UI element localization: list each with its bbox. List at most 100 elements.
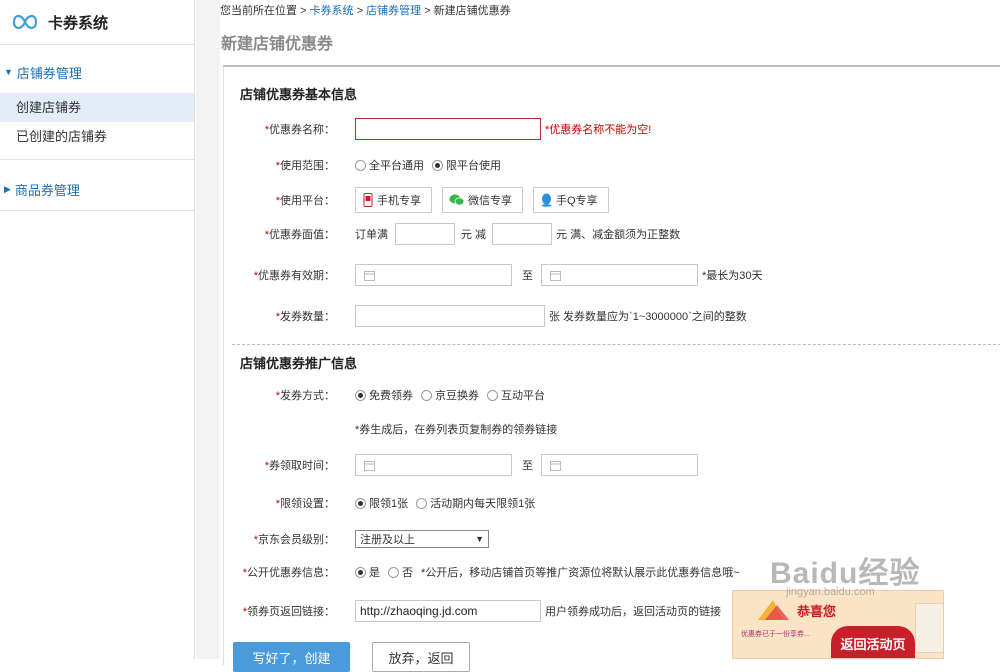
qty-hint: 张 发券数量应为`1~3000000`之间的整数 xyxy=(549,311,747,323)
claim-end-date[interactable] xyxy=(541,454,698,476)
qq-icon xyxy=(540,193,553,207)
return-link-input[interactable] xyxy=(355,600,541,622)
nav-head-product-coupons[interactable]: ▶ 商品券管理 xyxy=(0,168,194,210)
claim-start-date[interactable] xyxy=(355,454,512,476)
breadcrumb: 您当前所在位置 > 卡券系统 > 店铺券管理 > 新建店铺优惠券 xyxy=(220,2,511,18)
coupon-name-input[interactable] xyxy=(355,118,541,140)
radio-limit-once[interactable]: 限领1张 xyxy=(355,495,408,511)
nav-head-label: 店铺券管理 xyxy=(16,65,82,81)
face-unit1: 元 减 xyxy=(461,229,487,241)
face-prefix: 订单满 xyxy=(355,229,388,241)
valid-hint: *最长为30天 xyxy=(702,270,763,282)
return-link-hint: 用户领券成功后，返回活动页的链接 xyxy=(545,606,721,618)
method-note: *券生成后，在券列表页复制券的领券链接 xyxy=(355,424,558,436)
platform-qq-button[interactable]: 手Q专享 xyxy=(533,187,609,213)
label-name: *优惠券名称： xyxy=(264,124,335,136)
radio-public-yes[interactable]: 是 xyxy=(355,564,380,580)
row-name: *优惠券名称： *优惠券名称不能为空! xyxy=(224,118,1000,140)
logo[interactable]: 卡券系统 xyxy=(0,0,194,45)
row-method-note: *券生成后，在券列表页复制券的领券链接 xyxy=(224,421,1000,437)
dropdown-arrow-icon: ▼ xyxy=(475,534,484,544)
radio-scope-all[interactable]: 全平台通用 xyxy=(355,157,424,173)
row-member-level: *京东会员级别： 注册及以上 ▼ xyxy=(224,530,1000,548)
cancel-button[interactable]: 放弃，返回 xyxy=(372,642,470,672)
label-public: *公开优惠券信息： xyxy=(242,567,335,579)
label-platform: *使用平台： xyxy=(275,195,335,207)
breadcrumb-sep: > xyxy=(356,5,364,17)
radio-method-free[interactable]: 免费领券 xyxy=(355,387,413,403)
sidebar-item-created-shop-coupons[interactable]: 已创建的店铺券 xyxy=(0,122,194,151)
radio-method-interactive[interactable]: 互动平台 xyxy=(487,387,545,403)
logo-text: 卡券系统 xyxy=(48,14,109,32)
nav-head-shop-coupons[interactable]: ▼ 店铺券管理 xyxy=(0,51,194,93)
radio-scope-limited[interactable]: 限平台使用 xyxy=(432,157,501,173)
breadcrumb-prefix: 您当前所在位置 xyxy=(220,5,297,17)
promo-congrats: 恭喜您 xyxy=(797,604,837,619)
radio-public-no[interactable]: 否 xyxy=(388,564,413,580)
row-scope: *使用范围： 全平台通用 限平台使用 xyxy=(224,157,1000,173)
min-amount-input[interactable] xyxy=(395,223,455,245)
calendar-icon xyxy=(550,270,561,281)
row-quantity: *发券数量： 张 发券数量应为`1~3000000`之间的整数 xyxy=(224,305,1000,327)
face-hint: 元 满、减金额须为正整数 xyxy=(556,229,681,241)
label-claim-time: *券领取时间： xyxy=(264,460,335,472)
phone-icon xyxy=(362,193,374,207)
row-validity: *优惠券有效期： 至 *最长为30天 xyxy=(224,264,1000,286)
promo-popup: 恭喜您 优惠券已于一份享券... 返回活动页 xyxy=(732,590,944,659)
row-platform: *使用平台： 手机专享 微信专享 手Q专享 xyxy=(224,187,1000,213)
row-claim-time: *券领取时间： 至 xyxy=(224,454,1000,476)
claim-to: 至 xyxy=(522,460,533,472)
quantity-input[interactable] xyxy=(355,305,545,327)
label-scope: *使用范围： xyxy=(275,160,335,172)
promo-tiny-text: 优惠券已于一份享券... xyxy=(741,631,810,638)
discount-amount-input[interactable] xyxy=(492,223,553,245)
breadcrumb-link-system[interactable]: 卡券系统 xyxy=(310,5,354,17)
radio-method-jingdou[interactable]: 京豆换券 xyxy=(421,387,479,403)
return-activity-button[interactable]: 返回活动页 xyxy=(831,626,915,658)
gutter xyxy=(196,0,220,659)
public-hint: *公开后，移动店铺首页等推广资源位将默认展示此优惠券信息哦~ xyxy=(421,567,740,579)
caret-down-icon: ▼ xyxy=(4,67,13,77)
valid-start-date[interactable] xyxy=(355,264,512,286)
valid-to: 至 xyxy=(522,270,533,282)
watermark-url: jingyan.baidu.com xyxy=(786,586,875,598)
sidebar: 卡券系统 ▼ 店铺券管理 创建店铺券 已创建的店铺券 ▶ 商品券管理 xyxy=(0,0,195,659)
platform-mobile-button[interactable]: 手机专享 xyxy=(355,187,432,213)
wechat-icon xyxy=(449,193,465,207)
caret-right-icon: ▶ xyxy=(4,183,11,194)
name-error: *优惠券名称不能为空! xyxy=(545,124,652,136)
gift-ribbon-icon xyxy=(758,600,789,620)
label-face: *优惠券面值： xyxy=(264,229,335,241)
member-level-select[interactable]: 注册及以上 ▼ xyxy=(355,530,489,548)
nav-group-product-coupons: ▶ 商品券管理 xyxy=(0,168,194,211)
breadcrumb-sep: > xyxy=(424,5,431,17)
label-method: *发券方式： xyxy=(275,390,335,402)
valid-end-date[interactable] xyxy=(541,264,698,286)
nav-group-shop-coupons: ▼ 店铺券管理 创建店铺券 已创建的店铺券 xyxy=(0,51,194,160)
label-limit: *限领设置： xyxy=(275,498,335,510)
nav-head-label: 商品券管理 xyxy=(14,182,80,198)
breadcrumb-link-shop-coupons[interactable]: 店铺券管理 xyxy=(366,5,421,17)
row-method: *发券方式： 免费领券 京豆换券 互动平台 xyxy=(224,387,1000,403)
calendar-icon xyxy=(364,270,375,281)
breadcrumb-sep: > xyxy=(300,5,307,17)
calendar-icon xyxy=(550,460,561,471)
create-button[interactable]: 写好了，创建 xyxy=(233,642,350,672)
section-basic-title: 店铺优惠券基本信息 xyxy=(240,87,358,102)
platform-wechat-button[interactable]: 微信专享 xyxy=(442,187,523,213)
row-face-value: *优惠券面值： 订单满 元 减 元 满、减金额须为正整数 xyxy=(224,223,1000,245)
sidebar-item-create-shop-coupon[interactable]: 创建店铺券 xyxy=(0,93,194,122)
row-limit: *限领设置： 限领1张 活动期内每天限领1张 xyxy=(224,495,1000,511)
label-level: *京东会员级别： xyxy=(253,534,335,546)
promo-side-panel xyxy=(915,603,943,653)
label-return-link: *领券页返回链接： xyxy=(242,606,335,618)
label-qty: *发券数量： xyxy=(275,311,335,323)
logo-icon xyxy=(12,14,38,30)
calendar-icon xyxy=(364,460,375,471)
section-divider xyxy=(232,344,1000,345)
breadcrumb-current: 新建店铺优惠券 xyxy=(433,5,511,17)
label-valid: *优惠券有效期： xyxy=(253,270,335,282)
section-promo-title: 店铺优惠券推广信息 xyxy=(240,356,358,371)
radio-limit-daily[interactable]: 活动期内每天限领1张 xyxy=(416,495,535,511)
page-title: 新建店铺优惠券 xyxy=(221,36,334,53)
